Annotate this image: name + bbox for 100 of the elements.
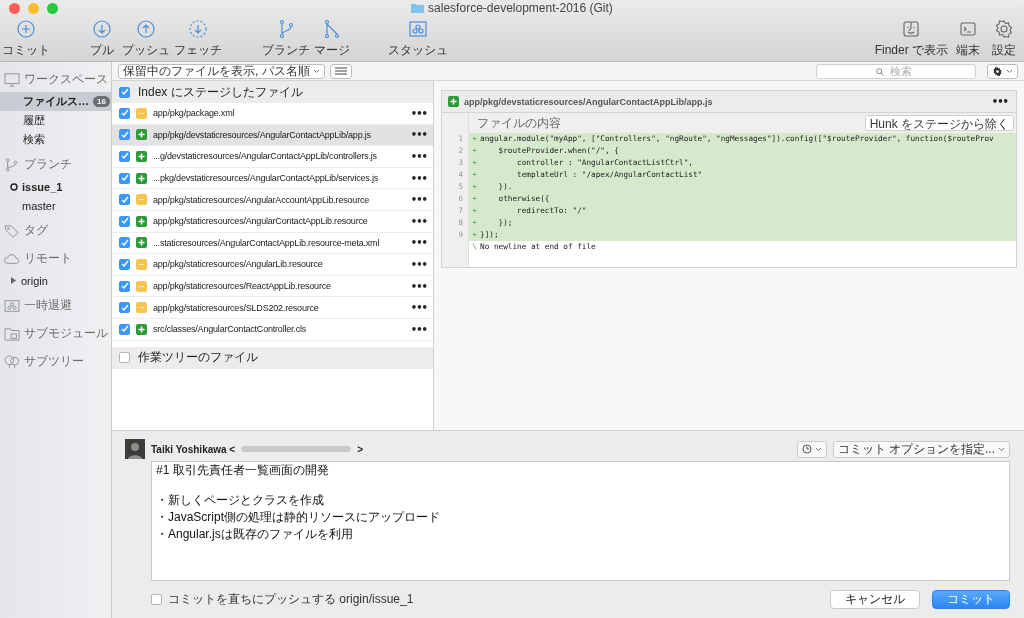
checkbox[interactable]: [119, 129, 130, 141]
sidebar-item[interactable]: issue_1: [0, 177, 111, 196]
toolbar-button[interactable]: プッシュ: [122, 19, 170, 59]
down-arrow-circle-icon: [92, 19, 112, 39]
window-title: salesforce-development-2016 (Git): [428, 1, 613, 15]
checkbox[interactable]: [119, 107, 130, 119]
file-path: ...staticresources/AngularContactAppLib.resource-meta.xml: [153, 237, 381, 248]
clock-icon: [801, 444, 812, 454]
up-arrow-circle-icon: [136, 19, 156, 39]
file-path: app/pkg/package.xml: [153, 108, 236, 119]
cloud-icon: [4, 251, 20, 266]
toolbar-button[interactable]: 端末: [952, 19, 984, 59]
file-path: app/pkg/staticresources/AngularLib.resource: [153, 259, 324, 270]
more-button[interactable]: •••: [410, 107, 427, 119]
checkbox[interactable]: [119, 352, 130, 364]
checkbox[interactable]: [119, 172, 130, 184]
folder-icon: [411, 3, 425, 13]
push-option-label: コミットを直ちにプッシュする origin/issue_1: [168, 591, 415, 608]
sidebar-item[interactable]: master: [0, 196, 111, 215]
sidebar-item[interactable]: 検索: [0, 130, 111, 149]
plus-circle-icon: [16, 19, 36, 39]
toolbar-button[interactable]: Finder で表示: [874, 19, 948, 59]
sidebar-item[interactable]: ファイルス… 16: [0, 92, 111, 111]
checkbox[interactable]: [119, 323, 130, 335]
checkbox[interactable]: [119, 237, 130, 249]
unstage-hunk-button[interactable]: Hunk をステージから除く: [864, 115, 1014, 131]
sidebar-section-label[interactable]: サブモジュール: [24, 325, 108, 342]
file-path: app/pkg/staticresources/AngularContactAppLib.resource: [153, 216, 369, 227]
toolbar-button[interactable]: ブランチ: [262, 19, 310, 59]
toolbar-button[interactable]: スタッシュ: [388, 19, 448, 59]
toolbar-button[interactable]: プル: [86, 19, 118, 59]
view-options-dropdown[interactable]: 保留中のファイルを表示, パス名順: [118, 63, 325, 79]
sidebar-section-label[interactable]: タグ: [24, 222, 48, 239]
author-name-end: >: [357, 443, 364, 455]
hunk-label: ファイルの内容: [477, 114, 561, 132]
more-button[interactable]: •••: [410, 172, 427, 184]
checkbox[interactable]: [119, 258, 130, 270]
search-icon: [876, 67, 884, 76]
toolbar-button[interactable]: フェッチ: [174, 19, 222, 59]
tag-icon: [4, 223, 20, 238]
more-button[interactable]: •••: [410, 302, 427, 314]
more-button[interactable]: •••: [410, 151, 427, 162]
section-label: 作業ツリーのファイル: [138, 349, 258, 367]
count-badge: 16: [93, 96, 110, 107]
sidebar-section-label[interactable]: ワークスペース: [24, 71, 108, 88]
list-icon: [334, 67, 347, 75]
checkbox[interactable]: [119, 151, 130, 162]
sidebar-item[interactable]: origin: [0, 271, 111, 290]
file-path: app/pkg/devstaticresources/AngularContactAppLib/app.js: [464, 96, 714, 107]
file-path: app/pkg/staticresources/ReactAppLib.resource: [153, 281, 332, 292]
checkbox[interactable]: [119, 194, 130, 206]
more-button[interactable]: •••: [410, 129, 427, 141]
more-button[interactable]: •••: [410, 215, 427, 227]
sidebar-section-label[interactable]: 一時退避: [24, 297, 72, 314]
caret-icon: [814, 446, 822, 452]
section-label: Index にステージしたファイル: [138, 83, 303, 101]
cancel-button[interactable]: キャンセル: [830, 590, 920, 609]
file-path: src/classes/AngularContactController.cls: [153, 324, 308, 335]
author-name: Taiki Yoshikawa <: [151, 443, 236, 455]
toolbar-button[interactable]: コミット: [2, 19, 50, 59]
file-path: app/pkg/staticresources/AngularAccountAppLib.resource: [153, 194, 371, 205]
avatar: [125, 439, 145, 459]
merge-icon: [322, 19, 342, 39]
more-button[interactable]: •••: [410, 194, 427, 206]
checkbox[interactable]: [119, 86, 130, 98]
file-row[interactable]: app/pkg/devstaticresources/AngularContactAppLib/app.js •••: [112, 124, 433, 147]
commit-options-dropdown[interactable]: コミット オプションを指定...: [832, 440, 1010, 458]
folder-icon: [4, 326, 20, 341]
terminal-icon: [958, 19, 978, 39]
more-button[interactable]: •••: [410, 323, 427, 335]
zoom-button[interactable]: [47, 2, 58, 14]
caret-icon: [312, 68, 320, 74]
stash-icon: [4, 298, 20, 313]
more-button[interactable]: •••: [410, 237, 427, 249]
toolbar-button[interactable]: 設定: [988, 19, 1020, 59]
list-view-button[interactable]: [329, 63, 352, 79]
search-field[interactable]: 検索: [816, 63, 976, 79]
monitor-icon: [4, 72, 20, 87]
more-button[interactable]: •••: [410, 280, 427, 292]
commit-message-field[interactable]: #1 取引先責任者一覧画面の開発 ・新しくページとクラスを作成 ・JavaScript側の処理は静的リソースにアップロード ・Angular.jsは既存のファイルを利用: [151, 461, 1010, 581]
history-dropdown[interactable]: [796, 440, 827, 458]
sidebar-section-label[interactable]: リモート: [24, 250, 72, 267]
checkbox[interactable]: [151, 594, 162, 605]
sidebar-item[interactable]: 履歴: [0, 111, 111, 130]
settings-dropdown[interactable]: [987, 63, 1018, 79]
sidebar-section-label[interactable]: ブランチ: [24, 156, 72, 173]
finder-icon: [901, 19, 922, 39]
file-path: app/pkg/devstaticresources/AngularContactAppLib/app.js: [153, 129, 372, 140]
checkbox[interactable]: [119, 302, 130, 314]
checkbox[interactable]: [119, 280, 130, 292]
file-path: ...pkg/devstaticresources/AngularContactAppLib/services.js: [153, 173, 379, 184]
tree-icon: [4, 354, 20, 369]
disclosure-triangle-icon[interactable]: [10, 277, 17, 284]
more-button[interactable]: •••: [410, 258, 427, 270]
close-button[interactable]: [9, 2, 20, 14]
checkbox[interactable]: [119, 215, 130, 227]
dashed-circle-icon: [188, 19, 208, 39]
toolbar-button[interactable]: マージ: [314, 19, 350, 59]
more-button[interactable]: •••: [991, 96, 1008, 107]
sidebar-section-label[interactable]: サブツリー: [24, 353, 84, 370]
